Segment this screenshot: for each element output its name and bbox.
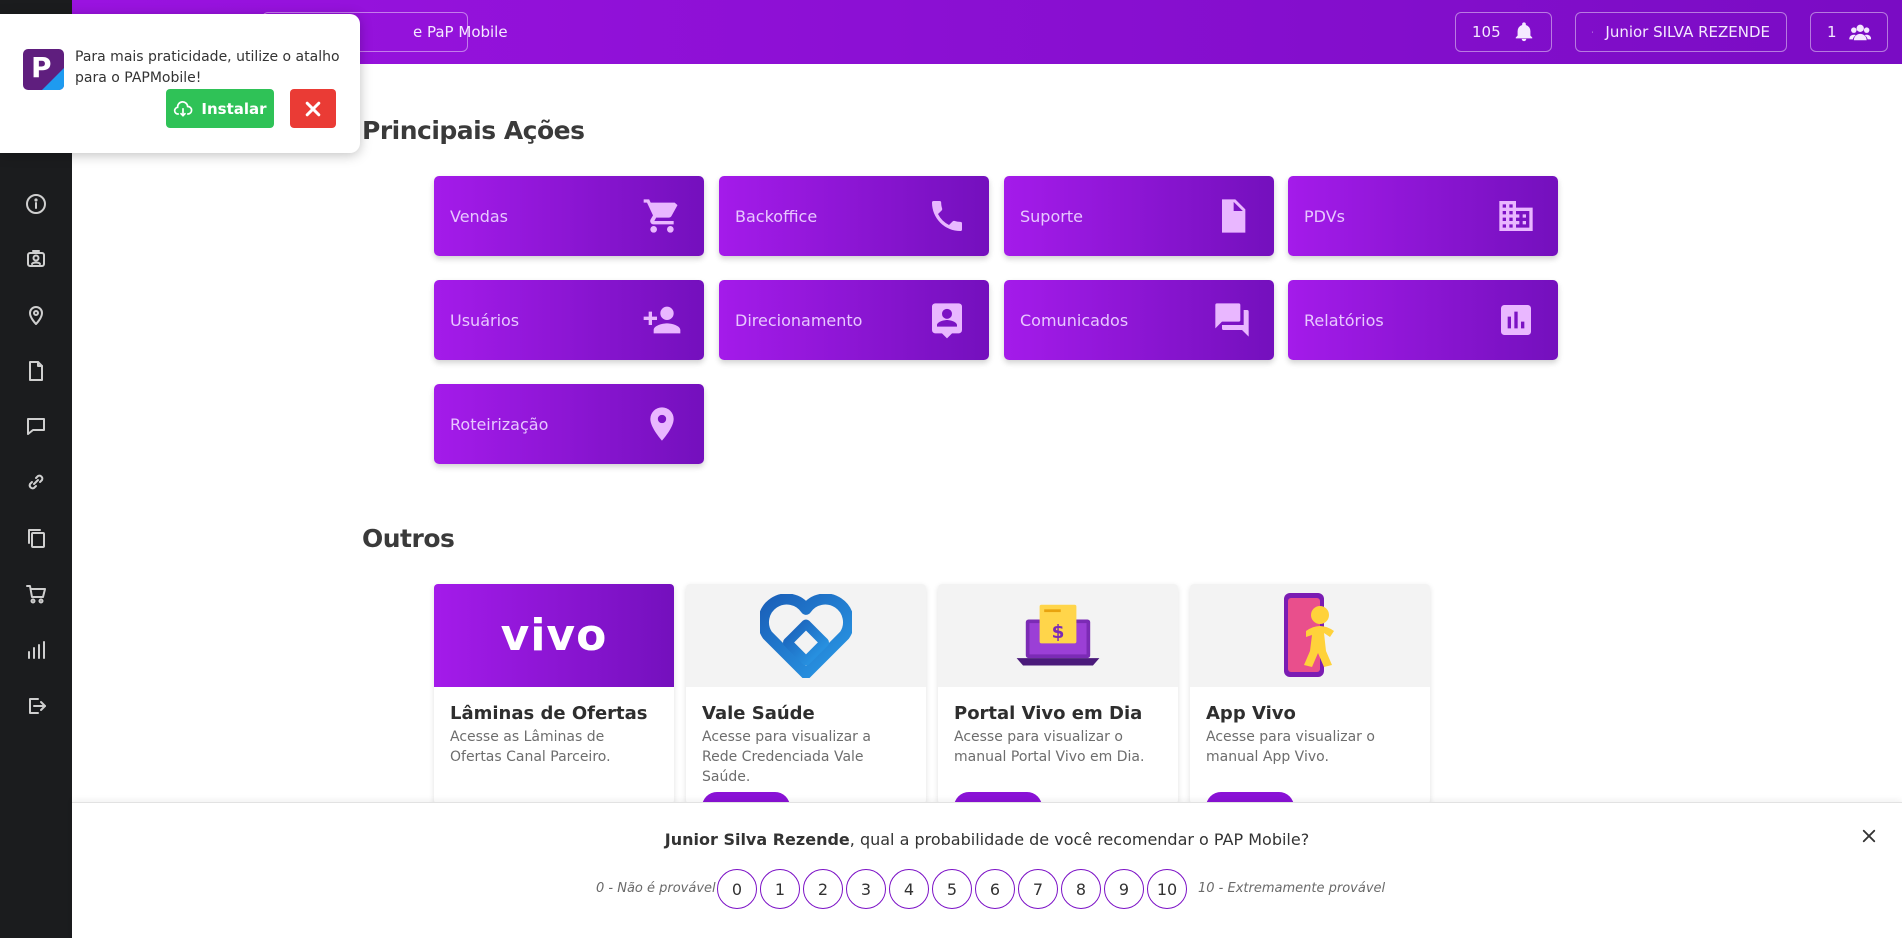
action-direcionamento[interactable]: Direcionamento <box>719 280 989 360</box>
profile-card-icon[interactable] <box>22 245 50 273</box>
card-laminas-ofertas[interactable]: vivo Lâminas de Ofertas Acesse as Lâmina… <box>434 584 674 804</box>
user-profile-button[interactable]: Junior SILVA REZENDE <box>1575 12 1787 52</box>
cloud-download-icon <box>174 100 193 117</box>
cart-icon <box>643 199 678 233</box>
card-title: App Vivo <box>1206 703 1296 724</box>
logout-icon[interactable] <box>22 692 50 720</box>
nps-score-1[interactable]: 1 <box>760 869 800 909</box>
bell-icon <box>1515 22 1532 42</box>
action-roteirizacao[interactable]: Roteirização <box>434 384 704 464</box>
notifications-button[interactable]: 105 <box>1455 12 1552 52</box>
user-icon <box>1592 31 1594 33</box>
card-description: Acesse para visualizar o manual App Vivo… <box>1206 729 1375 765</box>
nps-score-7[interactable]: 7 <box>1018 869 1058 909</box>
install-button[interactable]: Instalar <box>166 89 274 128</box>
nps-question-text: , qual a probabilidade de você recomenda… <box>849 830 1310 849</box>
action-label: Usuários <box>450 310 520 330</box>
action-label: Backoffice <box>735 206 818 226</box>
add-user-icon <box>643 306 681 334</box>
nps-score-8[interactable]: 8 <box>1061 869 1101 909</box>
nps-score-6[interactable]: 6 <box>975 869 1015 909</box>
action-relatorios[interactable]: Relatórios <box>1288 280 1558 360</box>
action-label: Vendas <box>450 206 508 226</box>
close-icon <box>305 101 321 116</box>
nps-score-10[interactable]: 10 <box>1147 869 1187 909</box>
copy-icon[interactable] <box>22 524 50 552</box>
groups-count: 1 <box>1827 23 1837 41</box>
install-prompt: P Para mais praticidade, utilize o atalh… <box>0 14 360 153</box>
outros-title: Outros <box>362 524 455 553</box>
action-usuarios[interactable]: Usuários <box>434 280 704 360</box>
file-icon <box>1222 199 1246 233</box>
dismiss-install-button[interactable] <box>290 89 336 128</box>
vivo-logo: vivo <box>434 584 674 687</box>
install-message: Para mais praticidade, utilize o atalho … <box>75 49 340 86</box>
action-vendas[interactable]: Vendas <box>434 176 704 256</box>
nps-score-0[interactable]: 0 <box>717 869 757 909</box>
vale-saude-image <box>686 584 926 687</box>
contact-icon <box>932 303 962 339</box>
action-label: Direcionamento <box>735 310 863 330</box>
phone-mascot-icon <box>1284 592 1334 677</box>
nps-close-button[interactable] <box>1860 827 1884 851</box>
nps-question: Junior Silva Rezende, qual a probabilida… <box>72 830 1902 849</box>
action-suporte[interactable]: Suporte <box>1004 176 1274 256</box>
card-title: Lâminas de Ofertas <box>450 703 648 724</box>
link-icon[interactable] <box>22 468 50 496</box>
action-comunicados[interactable]: Comunicados <box>1004 280 1274 360</box>
nps-survey: Junior Silva Rezende, qual a probabilida… <box>72 802 1902 938</box>
card-app-vivo[interactable]: App Vivo Acesse para visualizar o manual… <box>1190 584 1430 804</box>
card-portal-vivo-em-dia[interactable]: $ Portal Vivo em Dia Acesse para visuali… <box>938 584 1178 804</box>
card-title: Portal Vivo em Dia <box>954 703 1143 724</box>
close-icon <box>1862 829 1876 843</box>
card-title: Vale Saúde <box>702 703 815 724</box>
cart-icon[interactable] <box>22 580 50 608</box>
pap-mobile-link-label: e PaP Mobile <box>413 23 508 41</box>
portal-vivo-image: $ <box>938 584 1178 687</box>
action-backoffice[interactable]: Backoffice <box>719 176 989 256</box>
card-description: Acesse para visualizar a Rede Credenciad… <box>702 729 871 785</box>
nps-score-2[interactable]: 2 <box>803 869 843 909</box>
heart-logo-icon <box>760 593 852 678</box>
laptop-money-icon: $ <box>1016 604 1100 665</box>
users-group-icon <box>1848 24 1871 41</box>
action-label: PDVs <box>1304 206 1345 226</box>
nps-user-name: Junior Silva Rezende <box>664 830 850 849</box>
action-label: Suporte <box>1020 206 1083 226</box>
svg-text:$: $ <box>1052 621 1065 642</box>
building-icon <box>1499 201 1533 231</box>
nps-score-4[interactable]: 4 <box>889 869 929 909</box>
app-vivo-image <box>1190 584 1430 687</box>
chat-icon[interactable] <box>22 412 50 440</box>
user-name: Junior SILVA REZENDE <box>1605 23 1770 41</box>
pap-mobile-logo: P <box>23 49 64 90</box>
vivo-logo-text: vivo <box>500 610 608 661</box>
card-description: Acesse as Lâminas de Ofertas Canal Parce… <box>450 729 611 765</box>
card-vale-saude[interactable]: Vale Saúde Acesse para visualizar a Rede… <box>686 584 926 804</box>
nps-low-label: 0 - Não é provável <box>596 881 716 896</box>
phone-icon <box>932 201 962 231</box>
messages-icon <box>1215 303 1249 337</box>
action-label: Comunicados <box>1020 310 1129 330</box>
nps-high-label: 10 - Extremamente provável <box>1198 881 1386 896</box>
groups-button[interactable]: 1 <box>1810 12 1888 52</box>
action-label: Relatórios <box>1304 310 1384 330</box>
report-icon <box>1501 305 1531 335</box>
notifications-count: 105 <box>1472 23 1501 41</box>
install-button-label: Instalar <box>201 99 267 118</box>
action-pdvs[interactable]: PDVs <box>1288 176 1558 256</box>
bar-chart-icon[interactable] <box>22 636 50 664</box>
card-description: Acesse para visualizar o manual Portal V… <box>954 729 1145 765</box>
location-icon[interactable] <box>22 301 50 329</box>
info-icon[interactable] <box>22 190 50 218</box>
principais-acoes-title: Principais Ações <box>362 116 585 145</box>
document-icon[interactable] <box>22 357 50 385</box>
pin-icon <box>650 407 674 441</box>
nps-score-9[interactable]: 9 <box>1104 869 1144 909</box>
action-label: Roteirização <box>450 414 549 434</box>
nps-score-3[interactable]: 3 <box>846 869 886 909</box>
nps-score-5[interactable]: 5 <box>932 869 972 909</box>
